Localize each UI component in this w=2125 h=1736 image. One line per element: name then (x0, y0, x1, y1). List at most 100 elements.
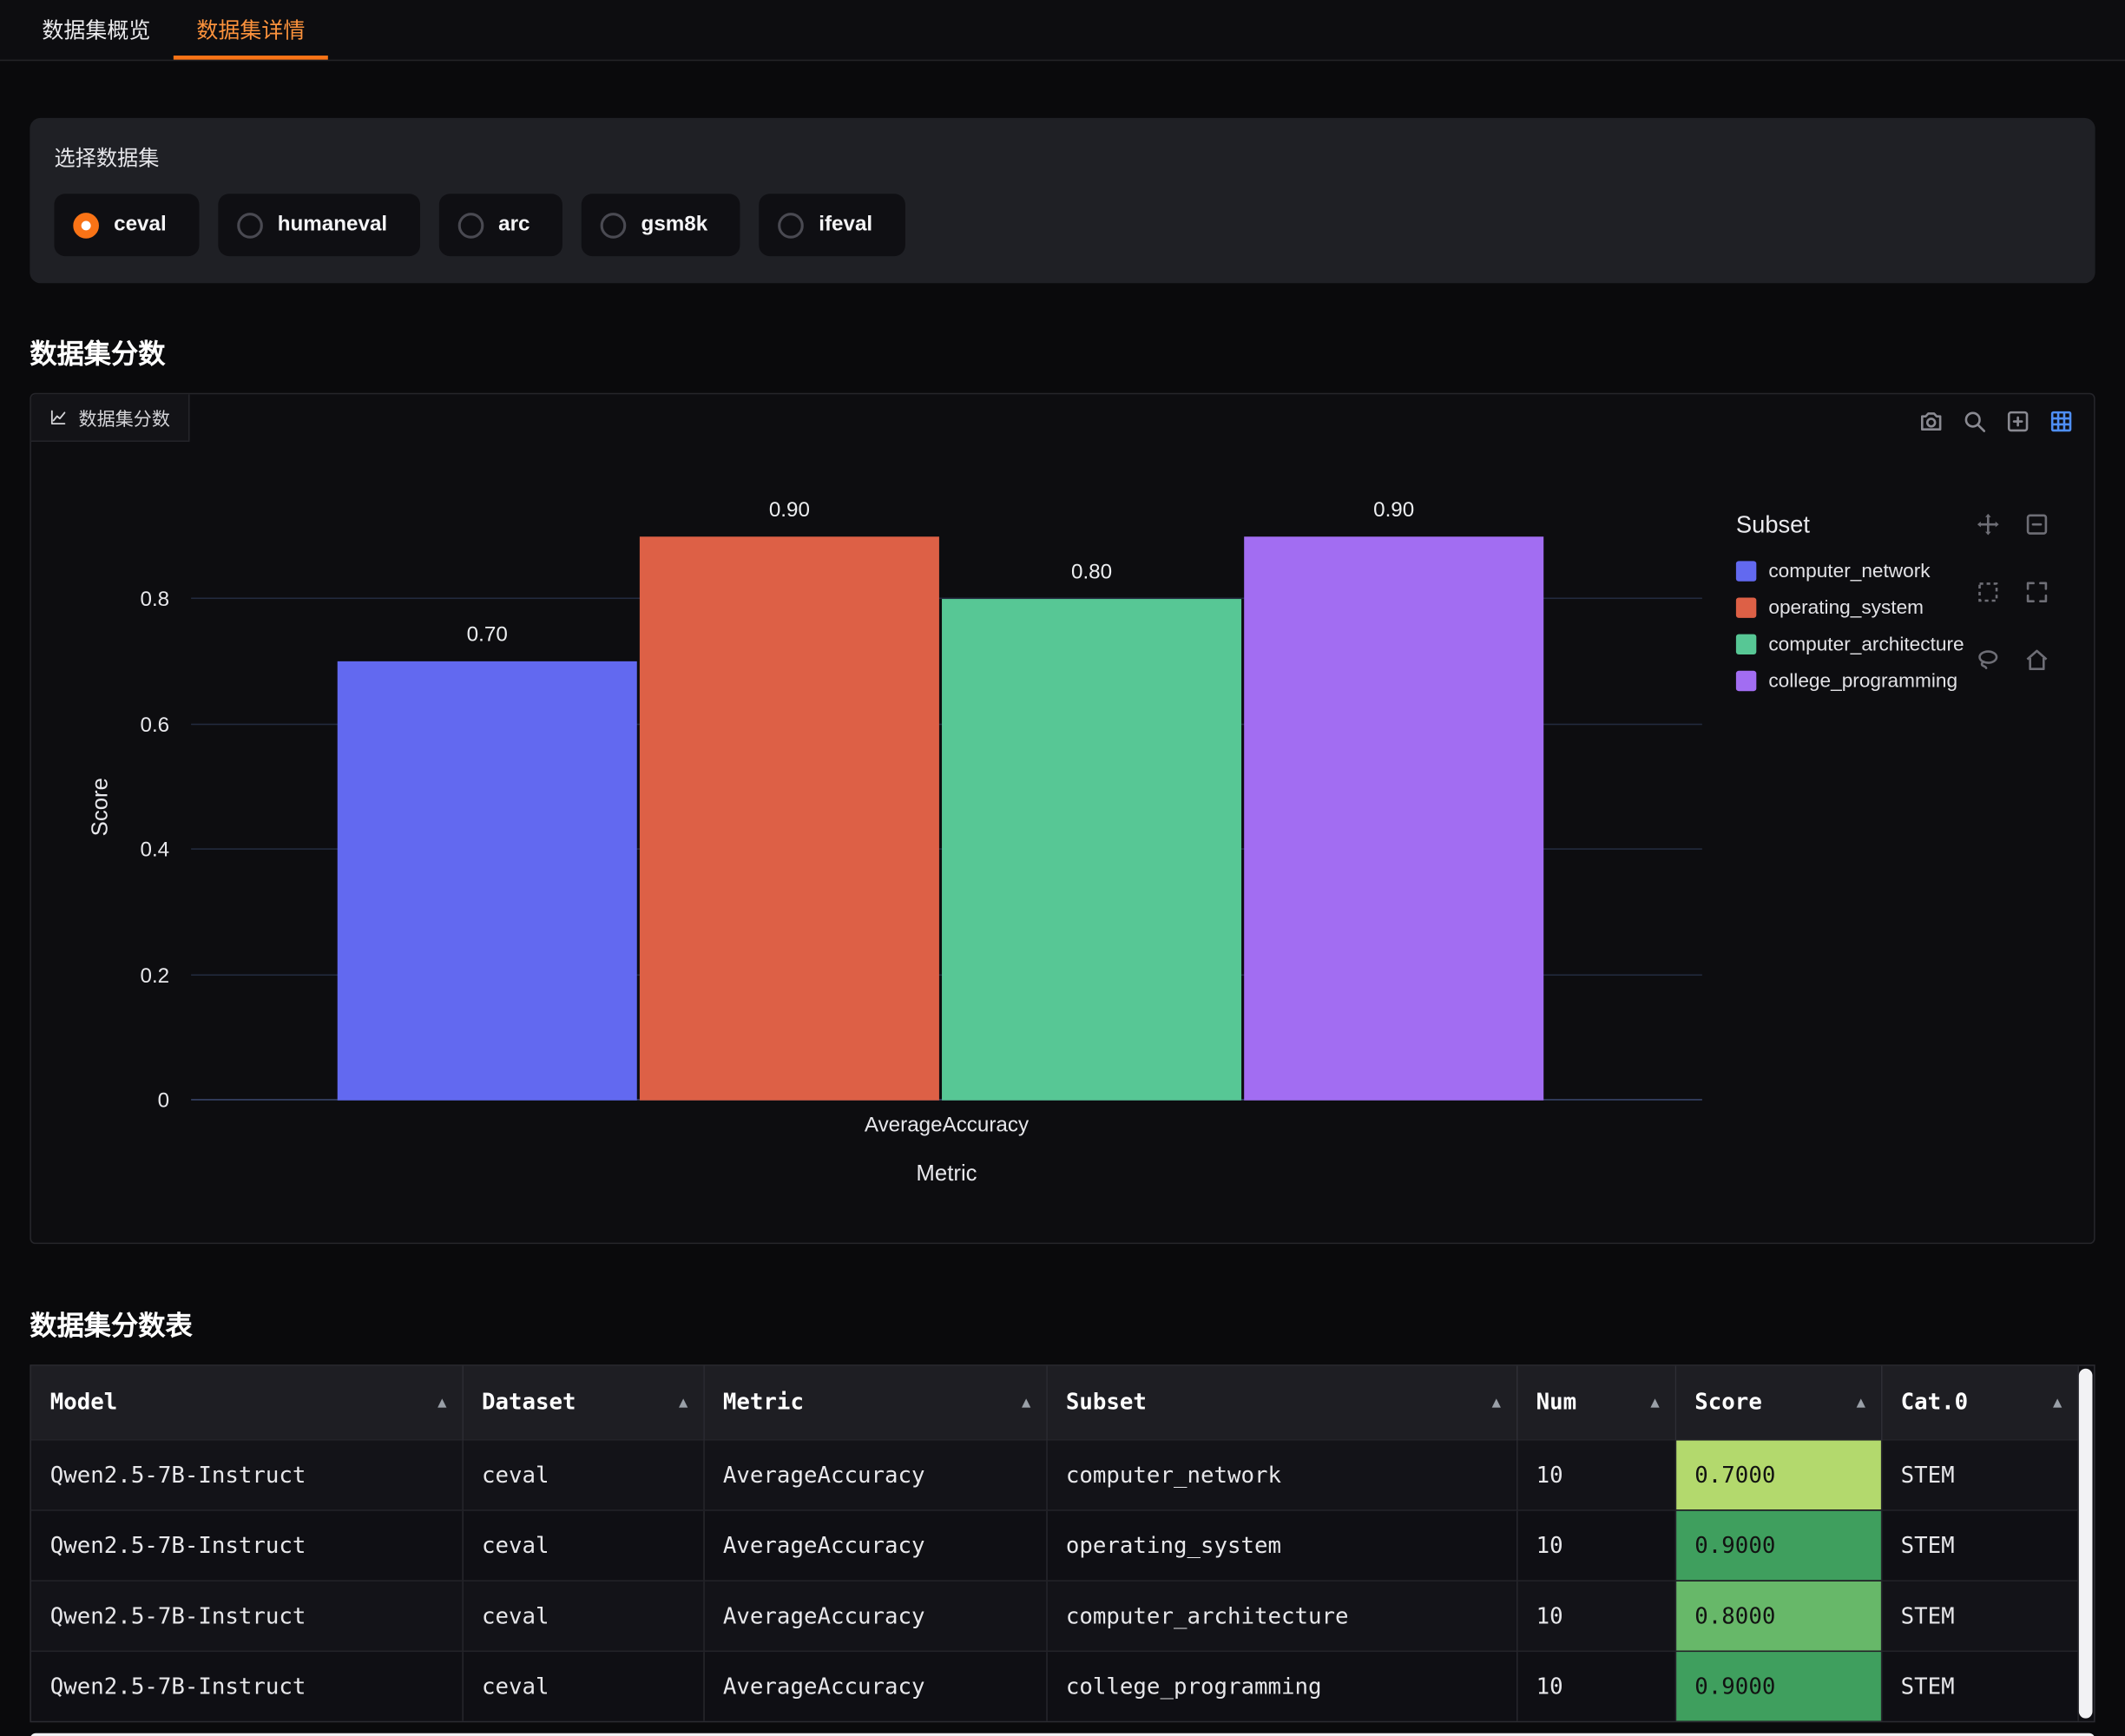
dataset-options: ceval humaneval arc gsm8k ifeval (54, 194, 2070, 256)
y-tick-label: 0.2 (140, 964, 169, 989)
vertical-scrollbar[interactable] (2079, 1369, 2093, 1719)
bar-value-label: 0.70 (338, 624, 637, 648)
column-header-label: Subset (1066, 1390, 1147, 1416)
cell-metric: AverageAccuracy (703, 1651, 1046, 1721)
cell-cat: STEM (1881, 1509, 2077, 1580)
dataset-option-arc[interactable]: arc (438, 194, 562, 256)
table-row: Qwen2.5-7B-InstructcevalAverageAccuracyc… (31, 1580, 2077, 1650)
sort-icon[interactable]: ▲ (438, 1393, 446, 1410)
cell-score: 0.9000 (1675, 1651, 1881, 1721)
column-header-cat-0[interactable]: Cat.0 ▲ (1881, 1366, 2077, 1439)
legend-item-operating_system[interactable]: operating_system (1736, 589, 1964, 626)
cell-dataset: ceval (462, 1439, 703, 1509)
column-header-dataset[interactable]: Dataset ▲ (462, 1366, 703, 1439)
cell-dataset: ceval (462, 1580, 703, 1650)
bar-value-label: 0.80 (942, 561, 1241, 585)
radio-icon (778, 212, 804, 238)
legend: Subset computer_network operating_systemc… (1736, 511, 1964, 700)
dataset-option-label: ceval (114, 213, 167, 237)
legend-item-label: computer_architecture (1768, 634, 1964, 655)
table-row: Qwen2.5-7B-InstructcevalAverageAccuracyc… (31, 1439, 2077, 1509)
bar-value-label: 0.90 (640, 498, 939, 523)
column-header-label: Model (50, 1390, 118, 1416)
bar-computer_network[interactable] (338, 661, 637, 1100)
dataset-option-ifeval[interactable]: ifeval (760, 194, 905, 256)
tab-dataset-overview[interactable]: 数据集概览 (19, 0, 174, 60)
table-body: Qwen2.5-7B-InstructcevalAverageAccuracyc… (31, 1439, 2077, 1721)
cell-num: 10 (1516, 1651, 1675, 1721)
score-table-wrap: Model▲Dataset▲Metric▲Subset▲Num▲Score▲Ca… (30, 1364, 2095, 1722)
lasso-icon[interactable] (1975, 647, 2002, 674)
dataset-selector-label: 选择数据集 (54, 142, 2070, 172)
cell-subset: operating_system (1046, 1509, 1516, 1580)
scores-section-title: 数据集分数 (30, 332, 2125, 371)
cell-score: 0.9000 (1675, 1509, 1881, 1580)
cell-score: 0.7000 (1675, 1439, 1881, 1509)
cell-num: 10 (1516, 1439, 1675, 1509)
bar-computer_architecture[interactable] (942, 599, 1241, 1101)
camera-icon[interactable] (1918, 408, 1944, 435)
legend-item-computer_architecture[interactable]: computer_architecture (1736, 626, 1964, 662)
magnifier-icon[interactable] (1961, 408, 1988, 435)
column-header-label: Dataset (482, 1390, 576, 1416)
table-header-row: Model▲Dataset▲Metric▲Subset▲Num▲Score▲Ca… (31, 1366, 2077, 1439)
dataset-option-label: gsm8k (641, 213, 708, 237)
dataset-option-ceval[interactable]: ceval (54, 194, 199, 256)
column-header-label: Score (1694, 1390, 1762, 1416)
legend-item-label: college_programming (1768, 670, 1957, 692)
cell-subset: computer_network (1046, 1439, 1516, 1509)
plotly-modebar-side (1975, 511, 2050, 674)
cell-model: Qwen2.5-7B-Instruct (31, 1439, 462, 1509)
column-header-metric[interactable]: Metric ▲ (703, 1366, 1046, 1439)
sort-icon[interactable]: ▲ (1492, 1393, 1501, 1410)
sort-icon[interactable]: ▲ (1022, 1393, 1030, 1410)
bar-college_programming[interactable] (1244, 536, 1543, 1101)
autoscale-icon[interactable] (2023, 579, 2050, 606)
legend-item-college_programming[interactable]: college_programming (1736, 662, 1964, 699)
zoom-out-icon[interactable] (2023, 511, 2050, 538)
cell-dataset: ceval (462, 1509, 703, 1580)
cell-num: 10 (1516, 1580, 1675, 1650)
box-select-icon[interactable] (1975, 579, 2002, 606)
chart-panel-tab-label: 数据集分数 (79, 404, 170, 431)
column-header-model[interactable]: Model ▲ (31, 1366, 462, 1439)
table-section-title: 数据集分数表 (30, 1304, 2125, 1343)
radio-icon (457, 212, 484, 238)
line-chart-icon (49, 408, 68, 427)
column-header-label: Cat.0 (1901, 1390, 1969, 1416)
bar-operating_system[interactable] (640, 536, 939, 1101)
radio-icon (73, 212, 99, 238)
table-row: Qwen2.5-7B-InstructcevalAverageAccuracyc… (31, 1651, 2077, 1721)
column-header-num[interactable]: Num▲ (1516, 1366, 1675, 1439)
y-tick-label: 0 (158, 1089, 169, 1114)
legend-item-label: computer_network (1768, 561, 1930, 582)
pan-icon[interactable] (1975, 511, 2002, 538)
table-view-icon[interactable] (2048, 408, 2075, 435)
zoom-in-icon[interactable] (2004, 408, 2031, 435)
column-header-label: Metric (723, 1390, 804, 1416)
legend-title: Subset (1736, 511, 1964, 540)
legend-item-label: operating_system (1768, 597, 1924, 619)
legend-item-computer_network[interactable]: computer_network (1736, 553, 1964, 589)
bars: 0.700.900.800.90 (338, 523, 1547, 1101)
home-icon[interactable] (2023, 647, 2050, 674)
chart-card: 数据集分数 (30, 393, 2095, 1244)
sort-icon[interactable]: ▲ (1650, 1393, 1659, 1410)
sort-icon[interactable]: ▲ (2053, 1393, 2062, 1410)
y-tick-label: 0.6 (140, 713, 169, 738)
cell-model: Qwen2.5-7B-Instruct (31, 1651, 462, 1721)
sort-icon[interactable]: ▲ (1857, 1393, 1865, 1410)
column-header-score[interactable]: Score ▲ (1675, 1366, 1881, 1439)
tab-dataset-details[interactable]: 数据集详情 (174, 0, 328, 60)
cell-cat: STEM (1881, 1580, 2077, 1650)
cell-subset: college_programming (1046, 1651, 1516, 1721)
dataset-option-gsm8k[interactable]: gsm8k (582, 194, 740, 256)
table-row: Qwen2.5-7B-InstructcevalAverageAccuracyo… (31, 1509, 2077, 1580)
legend-swatch (1736, 597, 1756, 617)
dataset-option-humaneval[interactable]: humaneval (218, 194, 420, 256)
cell-dataset: ceval (462, 1651, 703, 1721)
sort-icon[interactable]: ▲ (679, 1393, 688, 1410)
cell-model: Qwen2.5-7B-Instruct (31, 1580, 462, 1650)
column-header-subset[interactable]: Subset ▲ (1046, 1366, 1516, 1439)
app: 数据集概览 数据集详情 选择数据集 ceval humaneval arc gsm8k… (0, 0, 2125, 1736)
